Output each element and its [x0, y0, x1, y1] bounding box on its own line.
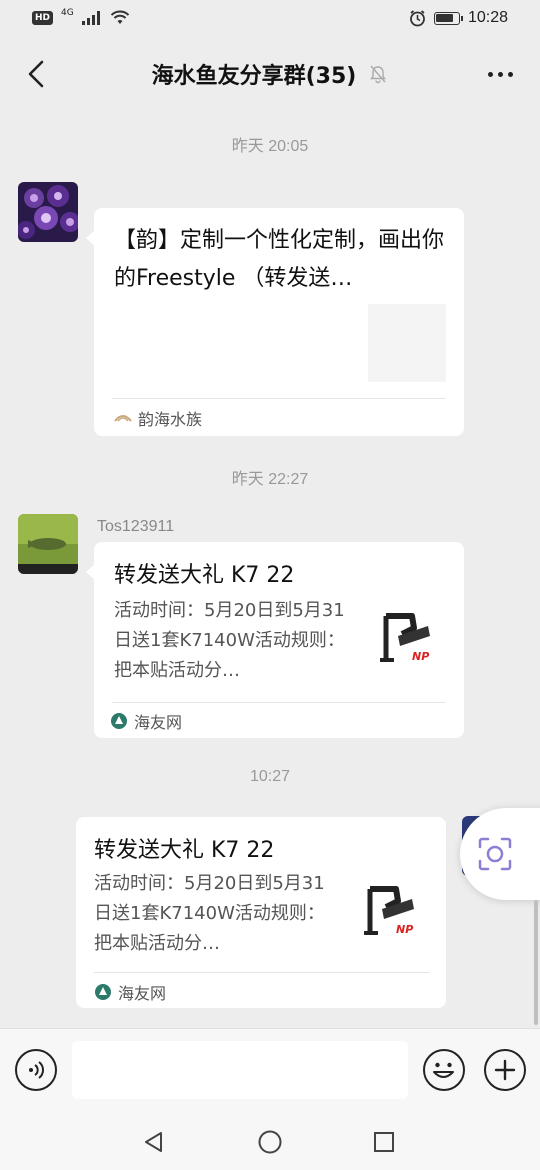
nav-back-button[interactable] [140, 1128, 168, 1156]
dot-icon [487, 71, 493, 77]
nav-home-button[interactable] [256, 1128, 284, 1156]
message-timestamp: 昨天 20:05 [231, 138, 309, 155]
card-divider [112, 702, 446, 703]
input-bar [0, 1028, 540, 1112]
chat-area[interactable]: 昨天 20:05 【韵】定制一个性化定制，画出你的Freestyle （转发送…… [0, 112, 540, 1028]
aquarium-light-image [380, 613, 430, 662]
aquarium-light-image [364, 886, 414, 935]
source-logo-icon [114, 415, 132, 422]
link-card[interactable]: 【韵】定制一个性化定制，画出你的Freestyle （转发送… 韵海水族 [94, 208, 464, 436]
circle-home-icon [258, 1130, 282, 1154]
card-source: 海友网 [94, 980, 166, 1004]
square-recents-icon [374, 1132, 394, 1152]
chat-title: 海水鱼友分享群(35) [151, 64, 357, 89]
scrollbar[interactable] [534, 900, 538, 1025]
source-name: 韵海水族 [138, 410, 203, 429]
card-source: 海友网 [110, 709, 182, 733]
back-button[interactable] [18, 56, 54, 92]
wifi-icon [110, 10, 129, 24]
hd-badge: HD [32, 11, 54, 25]
sender-name: Tos123911 [97, 518, 175, 535]
avatar[interactable] [18, 182, 78, 242]
nav-recents-button[interactable] [370, 1128, 398, 1156]
card-source: 韵海水族 [114, 406, 202, 430]
coral-avatar-image [18, 182, 78, 242]
alarm-icon [410, 9, 425, 26]
card-description: 活动时间：5月20日到5月31日送1套K7140W活动规则：把本贴活动分… [94, 873, 325, 954]
source-name: 海友网 [118, 984, 167, 1003]
dot-icon [497, 71, 503, 77]
fish-avatar-image [18, 514, 78, 574]
more-options-button[interactable] [480, 56, 520, 92]
card-title: 转发送大礼 K7 22 [94, 838, 275, 863]
card-title: 转发送大礼 K7 22 [114, 563, 295, 588]
message-timestamp: 10:27 [249, 768, 291, 785]
link-card[interactable]: 转发送大礼 K7 22 活动时间：5月20日到5月31日送1套K7140W活动规… [76, 817, 446, 1008]
thumbnail-logo: NP [412, 650, 430, 663]
battery-icon [433, 11, 463, 25]
triangle-back-icon [145, 1132, 162, 1152]
source-name: 海友网 [134, 713, 183, 732]
voice-icon [29, 1061, 44, 1079]
link-card[interactable]: 转发送大礼 K7 22 活动时间：5月20日到5月31日送1套K7140W活动规… [94, 542, 464, 738]
more-functions-button[interactable] [484, 1049, 526, 1091]
thumbnail-logo: NP [396, 923, 414, 936]
status-time: 10:28 [467, 9, 508, 26]
voice-button[interactable] [15, 1049, 57, 1091]
emoji-icon [433, 1062, 454, 1078]
scan-icon [478, 837, 512, 871]
card-thumbnail: NP [356, 879, 428, 949]
source-logo-icon [95, 984, 111, 1000]
source-logo-icon [111, 713, 127, 729]
chat-header: 海水鱼友分享群(35) [0, 36, 540, 112]
plus-icon [494, 1059, 516, 1081]
card-divider [94, 972, 430, 973]
emoji-button[interactable] [423, 1049, 465, 1091]
message-input[interactable] [72, 1041, 408, 1099]
card-divider [112, 398, 446, 399]
dot-icon [507, 71, 513, 77]
message-timestamp: 昨天 22:27 [231, 471, 309, 488]
signal-icon [81, 11, 100, 25]
system-navigation-bar [0, 1112, 540, 1170]
card-thumbnail: NP [372, 606, 444, 676]
card-description: 活动时间：5月20日到5月31日送1套K7140W活动规则：把本贴活动分… [114, 600, 345, 681]
mute-bell-icon [370, 65, 387, 84]
chevron-left-icon [28, 60, 44, 88]
network-type: 4G [61, 8, 74, 18]
status-bar: HD 4G 10:28 [0, 0, 540, 36]
avatar[interactable] [18, 514, 78, 574]
card-thumbnail [368, 304, 446, 382]
card-title: 【韵】定制一个性化定制，画出你的Freestyle （转发送… [114, 228, 445, 291]
